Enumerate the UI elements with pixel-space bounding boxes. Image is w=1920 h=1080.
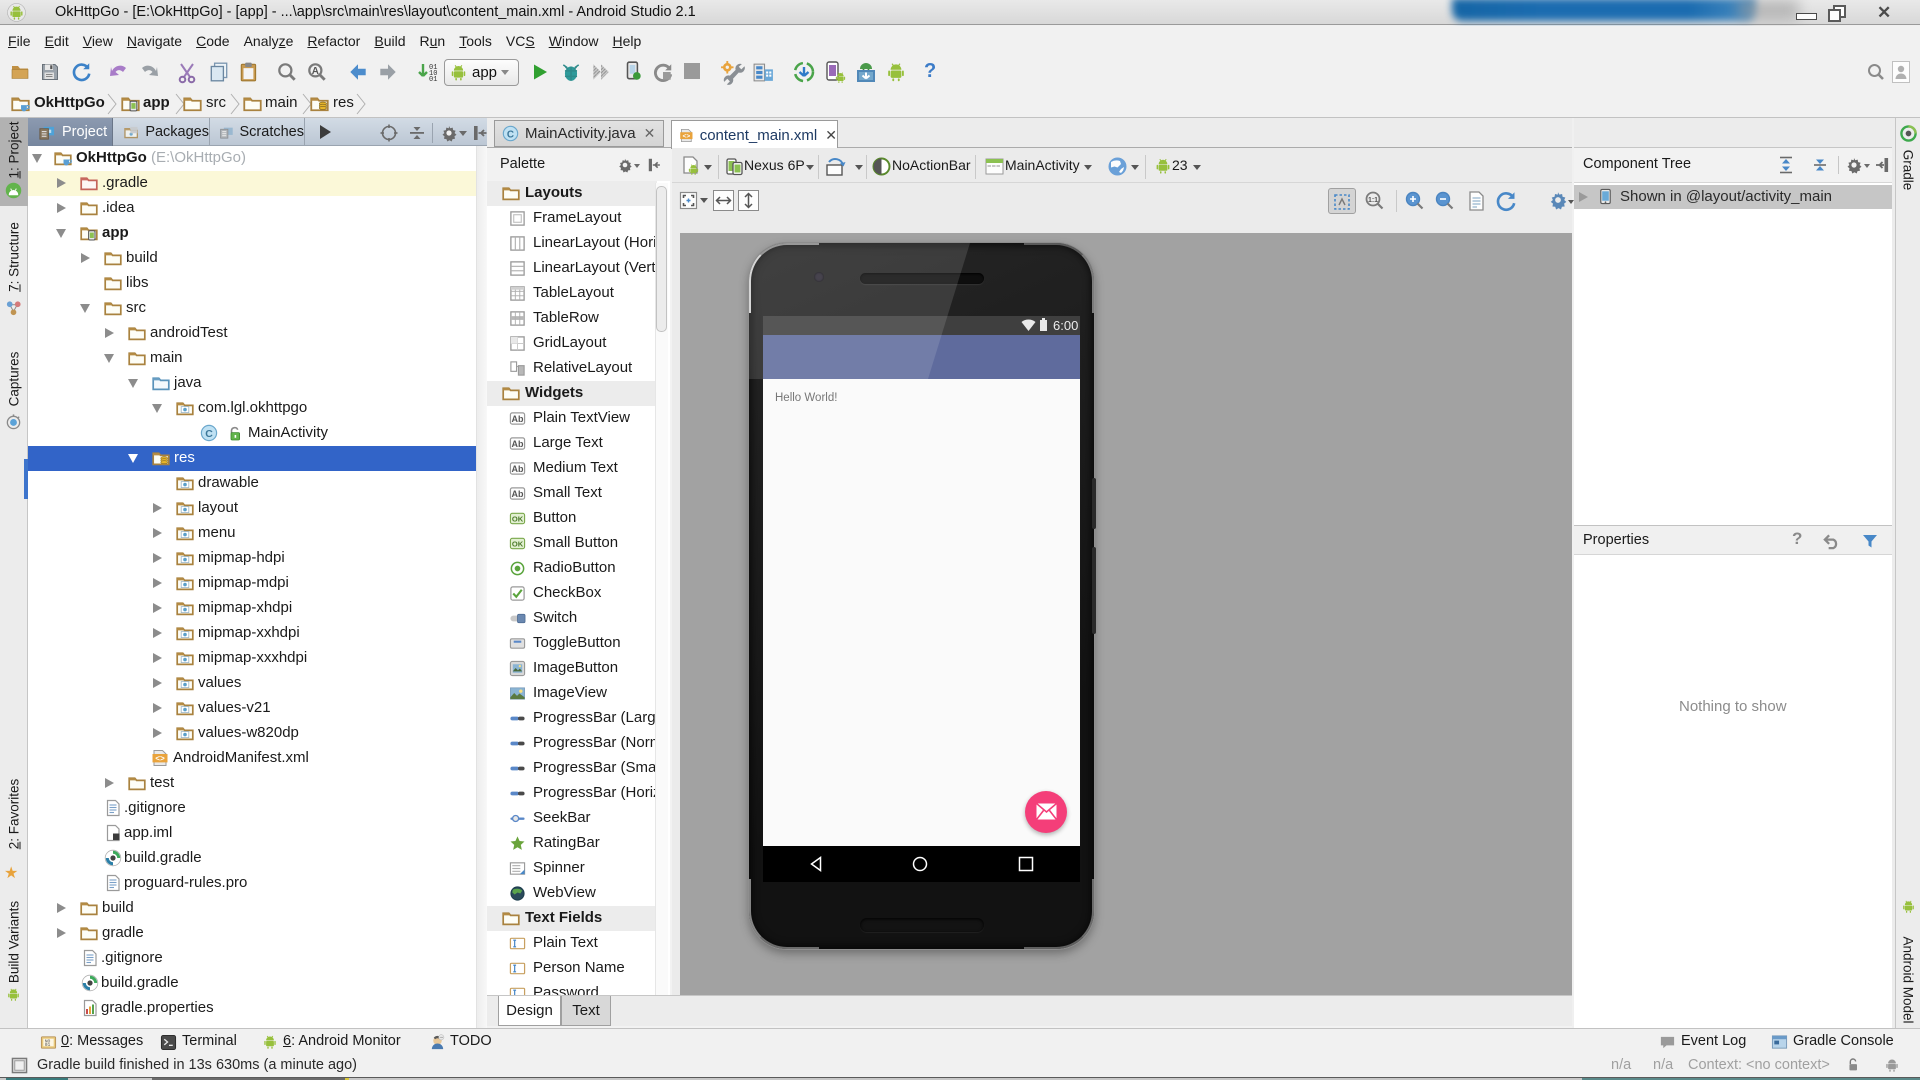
svg-text:1:1: 1:1: [1368, 197, 1378, 204]
svg-text:01: 01: [45, 1042, 51, 1048]
svg-text:01: 01: [429, 76, 437, 84]
svg-text:A: A: [312, 66, 319, 77]
